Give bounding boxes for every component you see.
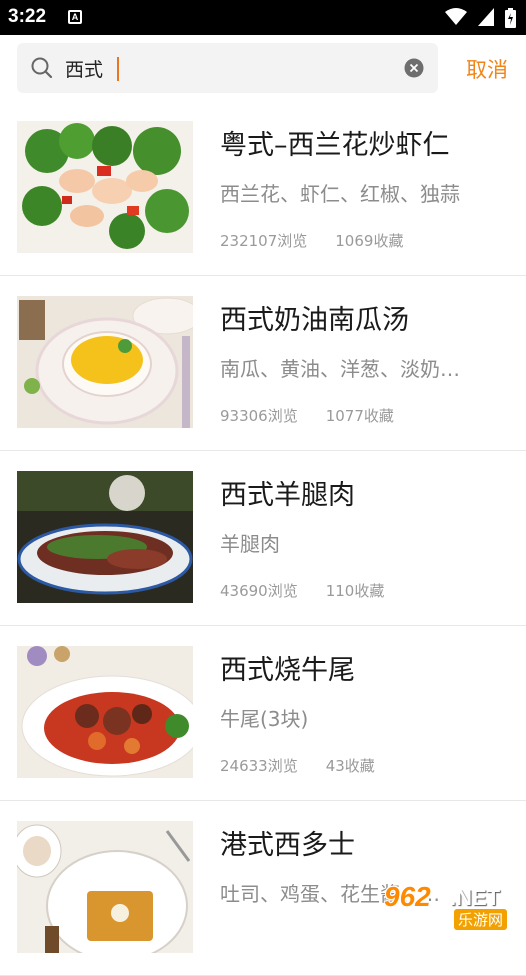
status-time: 3:22 xyxy=(8,6,46,28)
watermark-brand: 962 xyxy=(384,881,431,913)
favorite-count: 1077收藏 xyxy=(326,407,394,425)
recipe-thumbnail xyxy=(17,646,193,778)
recipe-stats: 24633浏览 43收藏 xyxy=(220,755,375,776)
view-count: 43690浏览 xyxy=(220,582,298,600)
recipe-thumbnail xyxy=(17,471,193,603)
cancel-button[interactable]: 取消 xyxy=(466,54,508,84)
recipe-stats xyxy=(220,930,248,948)
recipe-stats: 93306浏览 1077收藏 xyxy=(220,405,394,426)
recipe-title: 西式奶油南瓜汤 xyxy=(220,298,409,337)
search-box[interactable] xyxy=(17,43,438,93)
recipe-title: 港式西多士 xyxy=(220,823,355,862)
recipe-ingredients: 南瓜、黄油、洋葱、淡奶… xyxy=(220,353,480,382)
search-icon xyxy=(31,57,53,79)
status-icons xyxy=(439,8,516,28)
site-watermark: 962 .NET 乐游网 xyxy=(384,881,520,931)
view-count: 93306浏览 xyxy=(220,407,298,425)
favorite-count: 110收藏 xyxy=(326,582,385,600)
recipe-title: 西式烧牛尾 xyxy=(220,648,355,687)
search-header: 取消 xyxy=(0,35,526,102)
recipe-list-item[interactable]: 西式羊腿肉 羊腿肉 43690浏览 110收藏 xyxy=(0,451,526,626)
recipe-results-list: 粤式–西兰花炒虾仁 西兰花、虾仁、红椒、独蒜 232107浏览 1069收藏 西式… xyxy=(0,101,526,976)
recipe-thumbnail xyxy=(17,121,193,253)
recipe-thumbnail xyxy=(17,296,193,428)
view-count: 24633浏览 xyxy=(220,757,298,775)
recipe-stats: 43690浏览 110收藏 xyxy=(220,580,384,601)
recipe-ingredients: 牛尾(3块) xyxy=(220,703,480,732)
recipe-list-item[interactable]: 西式奶油南瓜汤 南瓜、黄油、洋葱、淡奶… 93306浏览 1077收藏 xyxy=(0,276,526,451)
recipe-ingredients: 羊腿肉 xyxy=(220,528,480,557)
recipe-stats: 232107浏览 1069收藏 xyxy=(220,230,403,251)
recipe-list-item[interactable]: 粤式–西兰花炒虾仁 西兰花、虾仁、红椒、独蒜 232107浏览 1069收藏 xyxy=(0,101,526,276)
wifi-icon xyxy=(445,8,467,26)
recipe-ingredients: 西兰花、虾仁、红椒、独蒜 xyxy=(220,178,480,207)
recipe-title: 粤式–西兰花炒虾仁 xyxy=(220,123,450,162)
clear-search-icon[interactable] xyxy=(404,58,424,78)
recipe-list-item[interactable]: 西式烧牛尾 牛尾(3块) 24633浏览 43收藏 xyxy=(0,626,526,801)
view-count: 232107浏览 xyxy=(220,232,307,250)
recipe-thumbnail xyxy=(17,821,193,953)
watermark-site: 乐游网 xyxy=(454,909,507,930)
search-input[interactable] xyxy=(65,55,395,81)
favorite-count: 43收藏 xyxy=(326,757,375,775)
favorite-count: 1069收藏 xyxy=(335,232,403,250)
notification-icon: A xyxy=(68,10,82,24)
recipe-title: 西式羊腿肉 xyxy=(220,473,355,512)
status-bar: 3:22 A xyxy=(0,0,526,35)
text-cursor xyxy=(117,57,119,81)
battery-icon xyxy=(505,8,516,28)
signal-icon xyxy=(478,8,494,26)
watermark-suffix: .NET xyxy=(450,885,500,911)
